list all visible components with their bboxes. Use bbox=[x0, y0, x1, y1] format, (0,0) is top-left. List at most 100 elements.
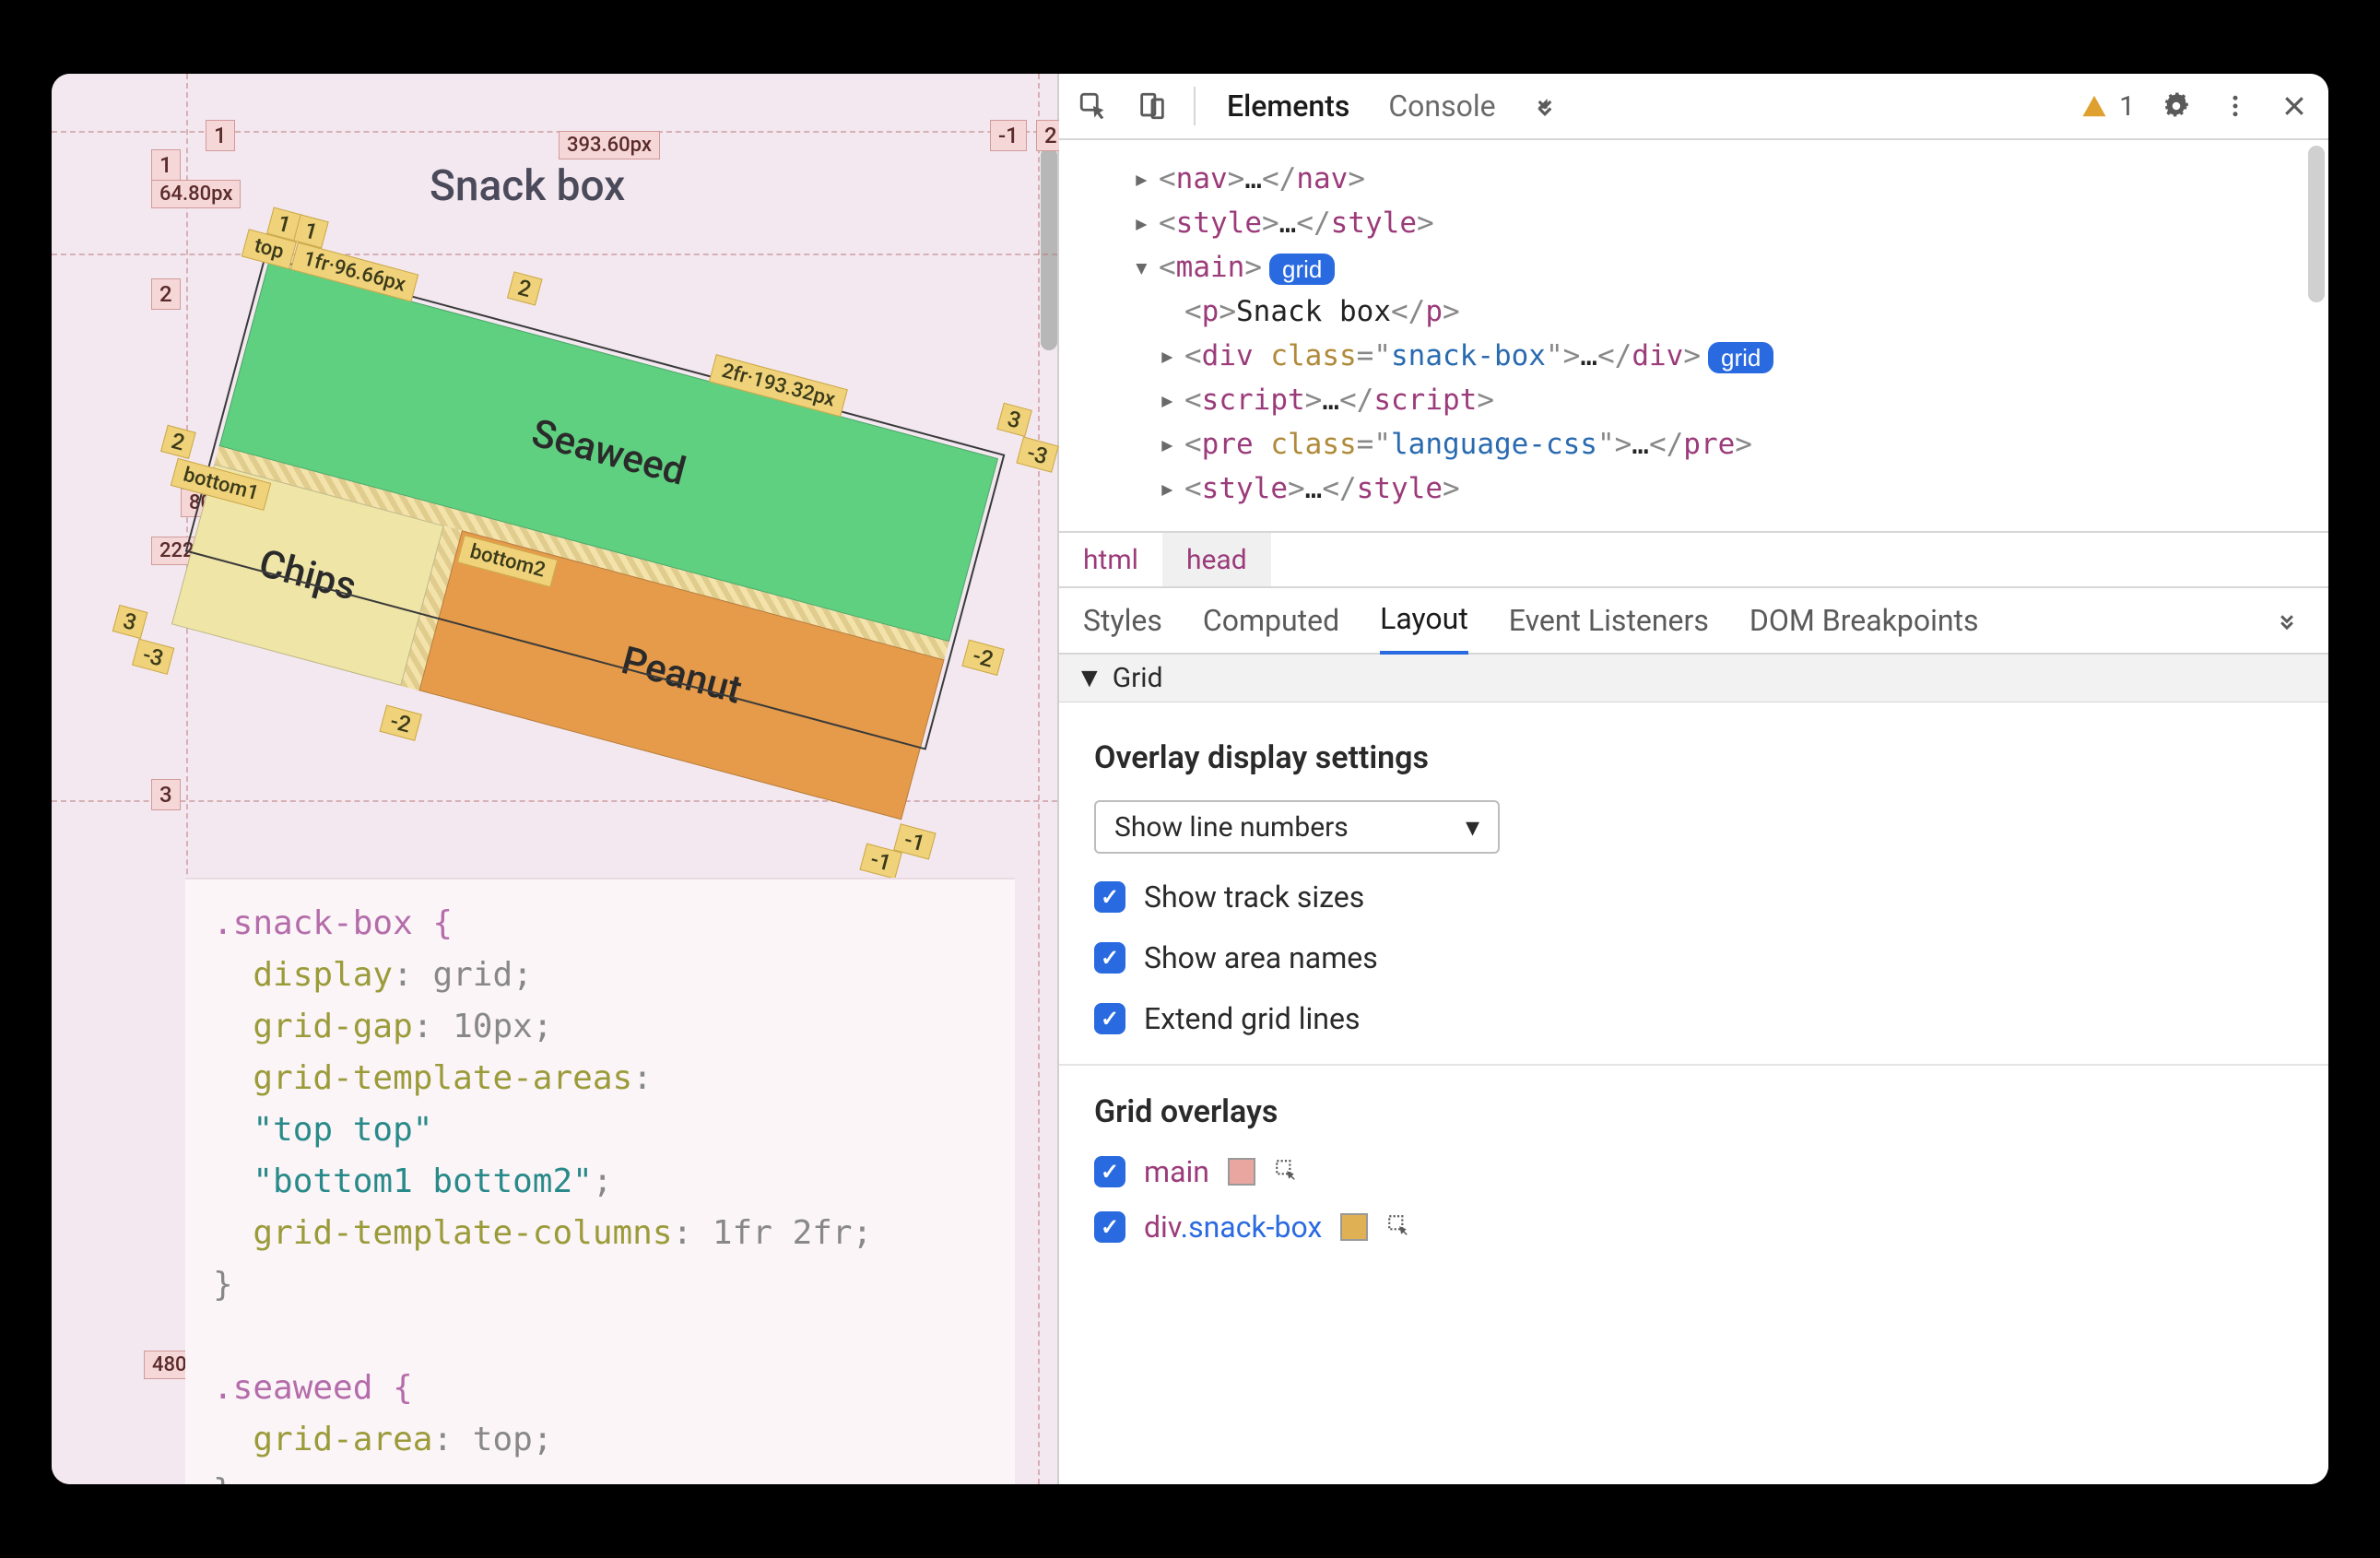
tab-console[interactable]: Console bbox=[1381, 89, 1502, 124]
code-token: 10px bbox=[453, 1008, 533, 1045]
code-token: grid bbox=[432, 956, 513, 994]
layout-panel: Overlay display settings Show line numbe… bbox=[1059, 702, 2328, 1484]
subtab-layout[interactable]: Layout bbox=[1380, 588, 1468, 655]
issues-count[interactable]: 1 bbox=[2119, 90, 2135, 123]
more-tabs-icon[interactable] bbox=[1527, 89, 1562, 124]
more-tabs-icon[interactable] bbox=[2269, 603, 2304, 638]
snack-box-grid: Seaweed Chips Peanut top 1fr·96.66px 2fr… bbox=[192, 263, 998, 743]
dom-row[interactable]: <p>Snack box</p> bbox=[1133, 289, 2301, 334]
grid-line bbox=[1038, 74, 1040, 1484]
dom-scrollbar[interactable] bbox=[2308, 146, 2325, 302]
styles-subtabs: Styles Computed Layout Event Listeners D… bbox=[1059, 588, 2328, 655]
devtools-toolbar: Elements Console 1 bbox=[1059, 74, 2328, 140]
checkbox-row: ✓ Extend grid lines bbox=[1094, 1001, 2293, 1036]
overlay-row-main: ✓ main bbox=[1094, 1154, 2293, 1189]
subtab-computed[interactable]: Computed bbox=[1203, 590, 1339, 651]
code-token: } bbox=[213, 1472, 233, 1484]
grid-line-number: 3 bbox=[112, 605, 147, 639]
grid-line-number: 2 bbox=[151, 278, 181, 310]
code-token: "bottom1 bottom2" bbox=[253, 1163, 592, 1200]
subtab-styles[interactable]: Styles bbox=[1083, 590, 1162, 651]
dom-row[interactable]: ▸<pre class="language-css">…</pre> bbox=[1133, 422, 2301, 466]
gear-icon[interactable] bbox=[2159, 89, 2194, 124]
kebab-menu-icon[interactable] bbox=[2218, 89, 2253, 124]
grid-line-number: -3 bbox=[132, 639, 174, 675]
checkbox-label: Extend grid lines bbox=[1144, 1001, 1360, 1036]
checkbox-track-sizes[interactable]: ✓ bbox=[1094, 881, 1125, 913]
grid-line-number: 3 bbox=[996, 403, 1031, 437]
grid-line-number: 1 bbox=[151, 149, 181, 181]
dom-row[interactable]: ▸<script>…</script> bbox=[1133, 378, 2301, 422]
overlay-label[interactable]: main bbox=[1144, 1154, 1209, 1189]
grid-line bbox=[52, 254, 1057, 255]
checkbox-extend-lines[interactable]: ✓ bbox=[1094, 1003, 1125, 1034]
checkbox-area-names[interactable]: ✓ bbox=[1094, 942, 1125, 974]
devtools-panel: Elements Console 1 bbox=[1059, 74, 2328, 1484]
crumb-head[interactable]: head bbox=[1162, 533, 1271, 586]
close-icon[interactable] bbox=[2277, 89, 2312, 124]
line-numbers-select[interactable]: Show line numbers ▾ bbox=[1094, 800, 1500, 854]
grid-line bbox=[52, 131, 1057, 133]
chevron-down-icon: ▾ bbox=[1466, 811, 1479, 844]
grid-line-number: -3 bbox=[1016, 436, 1058, 472]
grid-line-number: 1 bbox=[206, 120, 235, 151]
checkbox-label: Show area names bbox=[1144, 940, 1378, 975]
code-token: display bbox=[253, 956, 393, 994]
code-token: grid-gap bbox=[253, 1008, 412, 1045]
grid-line-number: -1 bbox=[990, 120, 1027, 151]
crumb-html[interactable]: html bbox=[1059, 533, 1162, 586]
dom-row[interactable]: ▸<style>…</style> bbox=[1133, 201, 2301, 245]
device-toggle-icon[interactable] bbox=[1135, 89, 1170, 124]
code-token: top bbox=[473, 1421, 533, 1458]
grid-badge[interactable]: grid bbox=[1708, 342, 1773, 373]
checkbox-label: Show track sizes bbox=[1144, 879, 1364, 915]
select-value: Show line numbers bbox=[1114, 811, 1349, 844]
subtab-event-listeners[interactable]: Event Listeners bbox=[1509, 590, 1709, 651]
inspect-icon[interactable] bbox=[1076, 89, 1111, 124]
checkbox-row: ✓ Show area names bbox=[1094, 940, 2293, 975]
grid-line-number: -2 bbox=[961, 640, 1004, 676]
viewport-scrollbar[interactable] bbox=[1041, 148, 1057, 350]
divider bbox=[1059, 1064, 2328, 1066]
page-title: Snack box bbox=[430, 161, 625, 211]
grid-line-number: -2 bbox=[379, 705, 421, 741]
code-token: } bbox=[213, 1266, 233, 1304]
code-sample: .snack-box { display: grid; grid-gap: 10… bbox=[185, 878, 1015, 1484]
code-token: grid-template-columns bbox=[253, 1214, 672, 1252]
color-swatch[interactable] bbox=[1340, 1213, 1368, 1241]
page-viewport: 1 -1 2 393.60px 1 64.80px 2 222px 3 480.… bbox=[52, 74, 1059, 1484]
code-token: "top top" bbox=[253, 1111, 432, 1149]
code-token: .snack-box { bbox=[213, 904, 453, 942]
overlay-class[interactable]: .snack-box bbox=[1181, 1210, 1323, 1245]
grid-line-number: 2 bbox=[160, 425, 195, 459]
color-swatch[interactable] bbox=[1228, 1158, 1255, 1186]
grid-section-header[interactable]: ▼ Grid bbox=[1059, 655, 2328, 702]
overlay-checkbox-snack-box[interactable]: ✓ bbox=[1094, 1211, 1125, 1243]
tab-elements[interactable]: Elements bbox=[1219, 89, 1357, 124]
overlay-row-snack-box: ✓ div.snack-box bbox=[1094, 1210, 2293, 1245]
code-token: 1fr 2fr bbox=[713, 1214, 853, 1252]
dom-row[interactable]: ▾<main>grid bbox=[1133, 245, 2301, 289]
code-token: grid-area bbox=[253, 1421, 432, 1458]
warning-icon[interactable] bbox=[2077, 89, 2112, 124]
highlight-icon[interactable] bbox=[1274, 1158, 1302, 1186]
code-token: .seaweed { bbox=[213, 1369, 413, 1407]
checkbox-row: ✓ Show track sizes bbox=[1094, 879, 2293, 915]
subtab-dom-breakpoints[interactable]: DOM Breakpoints bbox=[1750, 590, 1979, 651]
dom-row[interactable]: ▸<style>…</style> bbox=[1133, 466, 2301, 511]
overlay-tag[interactable]: div bbox=[1144, 1210, 1181, 1245]
overlay-checkbox-main[interactable]: ✓ bbox=[1094, 1156, 1125, 1187]
grid-track-size: 64.80px bbox=[151, 180, 241, 208]
overlay-settings-heading: Overlay display settings bbox=[1094, 739, 2293, 776]
breadcrumb: html head bbox=[1059, 531, 2328, 588]
separator bbox=[1194, 87, 1196, 125]
dom-tree[interactable]: ▸<nav>…</nav> ▸<style>…</style> ▾<main>g… bbox=[1059, 140, 2328, 531]
dom-row[interactable]: ▸<nav>…</nav> bbox=[1133, 157, 2301, 201]
section-title: Grid bbox=[1113, 662, 1163, 694]
grid-badge[interactable]: grid bbox=[1269, 254, 1335, 285]
highlight-icon[interactable] bbox=[1386, 1213, 1414, 1241]
grid-track-size: 393.60px bbox=[559, 131, 660, 159]
dom-row[interactable]: ▸<div class="snack-box">…</div>grid bbox=[1133, 334, 2301, 378]
grid-line-number: 2 bbox=[507, 271, 542, 305]
grid-overlays-heading: Grid overlays bbox=[1094, 1093, 2293, 1130]
